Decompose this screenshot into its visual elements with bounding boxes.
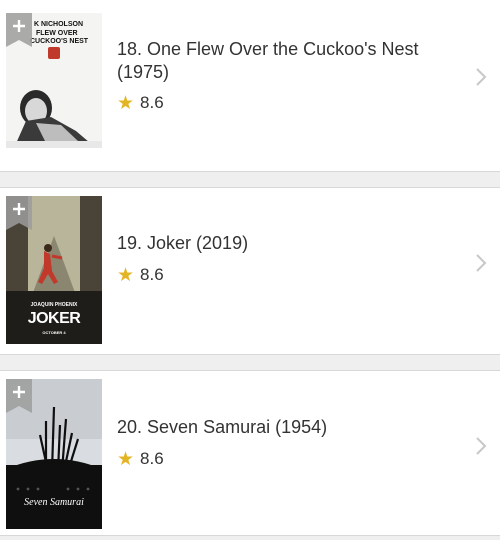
star-icon: ★ — [117, 264, 135, 286]
movie-rating: ★ 8.6 — [117, 92, 164, 114]
plus-bookmark-icon — [6, 196, 32, 230]
chevron-right-icon — [476, 68, 487, 86]
movie-title[interactable]: 18. One Flew Over the Cuckoo's Nest (197… — [117, 38, 457, 84]
rating-value: 8.6 — [140, 265, 164, 284]
poster-text-mid-2: CUCKOO'S NEST — [30, 38, 89, 45]
movie-title[interactable]: 20. Seven Samurai (1954) — [117, 416, 457, 439]
poster-text-top: K NICHOLSON — [34, 21, 83, 28]
rating-value: 8.6 — [140, 93, 164, 112]
movie-poster[interactable]: Seven Samurai — [6, 379, 102, 529]
movie-rating: ★ 8.6 — [117, 264, 164, 286]
row-divider — [0, 354, 500, 371]
movie-poster[interactable]: K NICHOLSON FLEW OVER CUCKOO'S NEST — [6, 13, 102, 148]
poster-text-mid-1: FLEW OVER — [36, 30, 78, 37]
movie-list: K NICHOLSON FLEW OVER CUCKOO'S NEST 18. … — [0, 0, 500, 540]
rating-value: 8.6 — [140, 449, 164, 468]
add-to-watchlist-button[interactable] — [6, 379, 32, 413]
movie-title[interactable]: 19. Joker (2019) — [117, 232, 457, 255]
row-divider — [0, 171, 500, 188]
list-item-movie-20[interactable]: Seven Samurai 20. Seven Samurai (1954) ★… — [0, 371, 500, 535]
poster-date: OCTOBER 4 — [42, 330, 66, 335]
movie-rating: ★ 8.6 — [117, 448, 164, 470]
poster-actor: JOAQUIN PHOENIX — [30, 302, 78, 308]
star-icon: ★ — [117, 92, 135, 114]
list-item-movie-19[interactable]: JOAQUIN PHOENIX JOKER OCTOBER 4 19. Joke… — [0, 188, 500, 354]
chevron-right-icon — [476, 254, 487, 272]
list-item-movie-18[interactable]: K NICHOLSON FLEW OVER CUCKOO'S NEST 18. … — [0, 0, 500, 171]
poster-title: JOKER — [27, 310, 81, 327]
chevron-right-icon — [476, 437, 487, 455]
plus-bookmark-icon — [6, 13, 32, 47]
row-divider — [0, 535, 500, 540]
add-to-watchlist-button[interactable] — [6, 13, 32, 47]
poster-title: Seven Samurai — [24, 497, 84, 508]
add-to-watchlist-button[interactable] — [6, 196, 32, 230]
star-icon: ★ — [117, 448, 135, 470]
movie-poster[interactable]: JOAQUIN PHOENIX JOKER OCTOBER 4 — [6, 196, 102, 344]
plus-bookmark-icon — [6, 379, 32, 413]
poster-logo — [48, 47, 60, 59]
